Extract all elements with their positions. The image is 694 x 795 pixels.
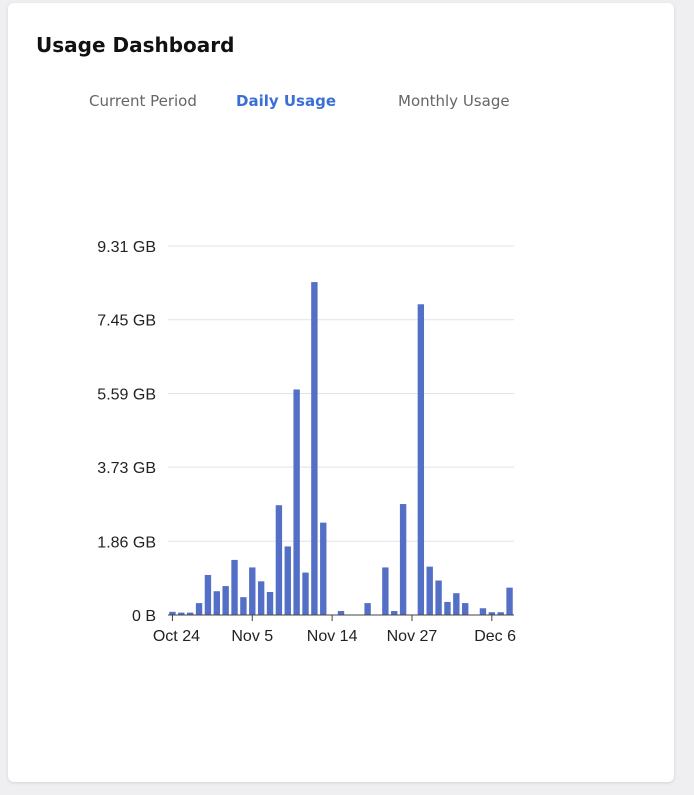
y-tick-label: 7.45 GB: [97, 313, 156, 330]
usage-bar: [320, 522, 327, 615]
usage-bar: [417, 304, 425, 615]
usage-bar: [249, 567, 256, 615]
x-tick-label: Dec 6: [474, 628, 516, 645]
usage-bar: [302, 572, 309, 615]
usage-bar: [204, 574, 212, 615]
usage-bar: [453, 593, 460, 615]
usage-bar: [257, 581, 265, 615]
x-tick-label: Nov 27: [387, 628, 438, 645]
daily-usage-chart: 0 B 1.86 GB 3.73 GB 5.59 GB 7.45 GB 9.31 GB Oc…: [97, 239, 516, 645]
x-tick-label: Oct 24: [153, 628, 200, 645]
usage-bar: [222, 586, 229, 615]
y-tick-label: 5.59 GB: [97, 386, 156, 403]
usage-bar: [462, 603, 469, 615]
x-tick-label: Nov 5: [231, 628, 273, 645]
y-tick-label: 1.86 GB: [97, 534, 156, 551]
usage-bar: [506, 587, 513, 615]
usage-bar: [382, 567, 389, 615]
usage-bar: [275, 505, 283, 615]
x-tick-label: Nov 14: [307, 628, 358, 645]
y-tick-label: 9.31 GB: [97, 239, 156, 256]
usage-bar: [213, 591, 220, 615]
usage-bar: [293, 389, 300, 615]
y-tick-label: 3.73 GB: [97, 460, 156, 477]
usage-bar: [240, 597, 247, 615]
usage-bar: [364, 603, 371, 615]
y-tick-label: 0 B: [132, 608, 156, 625]
usage-bar: [266, 592, 274, 615]
usage-bar: [195, 603, 203, 615]
usage-bar: [426, 566, 433, 615]
usage-bar: [435, 580, 442, 615]
usage-bar: [284, 546, 291, 615]
usage-bar: [391, 611, 398, 615]
usage-bar: [399, 504, 407, 615]
usage-bar: [311, 282, 318, 615]
usage-bar: [231, 559, 238, 615]
usage-bar: [479, 608, 487, 615]
usage-bar: [337, 611, 345, 615]
usage-bar: [444, 601, 451, 615]
